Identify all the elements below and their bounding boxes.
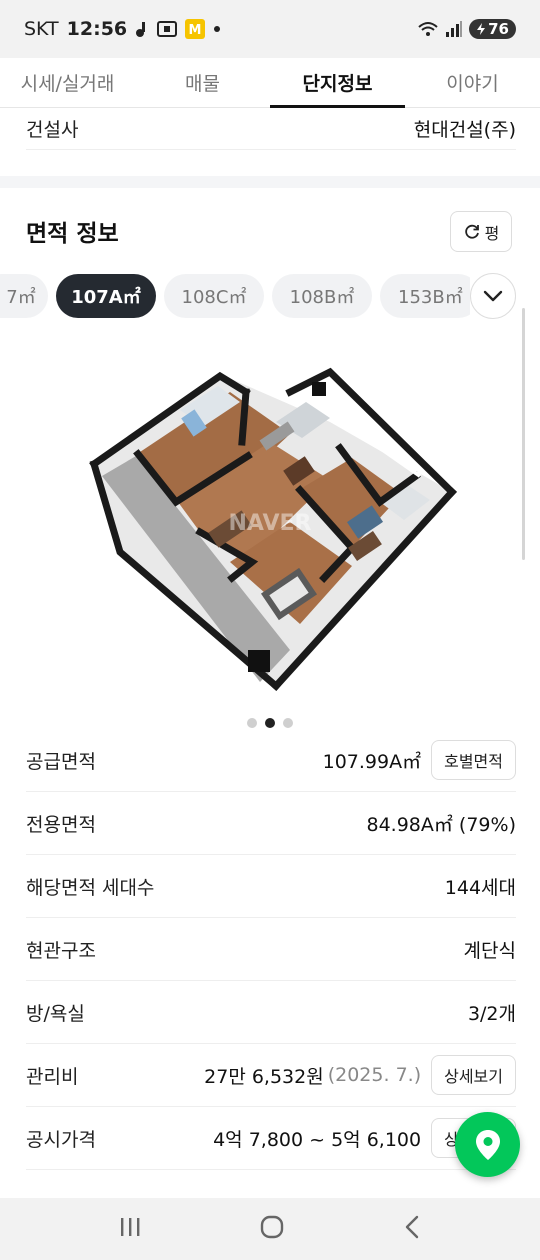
wifi-icon (417, 20, 439, 38)
battery-indicator: 76 (469, 19, 516, 39)
refresh-icon (464, 224, 479, 239)
maintenance-fee-row: 관리비 27만 6,532원 (2025. 7.) 상세보기 (26, 1044, 516, 1107)
row-label: 전용면적 (26, 813, 96, 836)
row-value: 84.98A㎡ (79%) (366, 813, 517, 836)
rooms-baths-row: 방/욕실 3/2개 (26, 981, 516, 1044)
row-label: 공시가격 (26, 1128, 96, 1151)
carrier-label: SKT (24, 18, 59, 40)
public-price-row: 공시가격 4억 7,800 ~ 5억 6,100 상세보기 (26, 1107, 516, 1170)
carousel-dot-active[interactable] (265, 718, 275, 728)
back-icon[interactable] (402, 1215, 422, 1243)
area-chip[interactable]: 7㎡ (0, 274, 48, 318)
screenshot-icon (157, 20, 178, 38)
chevron-down-icon (483, 290, 503, 302)
charging-bolt-icon (477, 23, 486, 35)
music-note-icon (135, 21, 149, 37)
floorplan-image[interactable]: NAVER (80, 352, 460, 692)
row-value: 계단식 (463, 939, 516, 962)
tab-price[interactable]: 시세/실거래 (0, 58, 135, 107)
signal-icon (445, 20, 463, 38)
area-chip[interactable]: 108B㎡ (272, 274, 372, 318)
carousel-dot[interactable] (247, 718, 257, 728)
area-section-title: 면적 정보 (26, 221, 119, 247)
area-chip-list: 7㎡ 107A㎡ 108C㎡ 108B㎡ 153B㎡ (0, 274, 470, 318)
row-label: 관리비 (26, 1065, 79, 1088)
tab-complex-info[interactable]: 단지정보 (270, 58, 405, 108)
svg-text:M: M (189, 23, 202, 38)
household-count-row: 해당면적 세대수 144세대 (26, 855, 516, 918)
status-bar: SKT 12:56 M 76 (0, 0, 540, 58)
row-value: 3/2개 (467, 1002, 516, 1025)
tab-bar: 시세/실거래 매물 단지정보 이야기 (0, 58, 540, 108)
area-chip[interactable]: 108C㎡ (164, 274, 264, 318)
row-value: 107.99A㎡ (322, 750, 422, 773)
row-label: 공급면적 (26, 750, 96, 773)
clock: 12:56 (66, 18, 128, 40)
tab-stories[interactable]: 이야기 (405, 58, 540, 107)
home-icon[interactable] (259, 1214, 285, 1244)
row-label: 해당면적 세대수 (26, 876, 155, 899)
location-pin-icon (475, 1129, 500, 1160)
row-date: (2025. 7.) (327, 1064, 422, 1086)
watermark-text: NAVER (229, 511, 312, 536)
scrollbar-thumb[interactable] (522, 308, 525, 560)
system-navigation-bar (0, 1198, 540, 1260)
builder-value: 현대건설(주) (413, 119, 516, 141)
row-value: 4억 7,800 ~ 5억 6,100 (213, 1128, 422, 1151)
row-value: 144세대 (444, 876, 516, 899)
builder-label: 건설사 (26, 119, 79, 141)
notification-badge-icon: M (185, 19, 206, 39)
area-info-list: 공급면적 107.99A㎡ 호별면적 전용면적 84.98A㎡ (79%) 해당… (26, 729, 516, 1170)
unit-area-button[interactable]: 호별면적 (431, 740, 516, 780)
row-value: 27만 6,532원 (204, 1065, 324, 1088)
row-label: 방/욕실 (26, 1002, 85, 1025)
section-divider (0, 176, 540, 188)
unit-toggle-label: 평 (484, 223, 500, 243)
more-dot-icon (213, 25, 221, 33)
supply-area-row: 공급면적 107.99A㎡ 호별면적 (26, 729, 516, 792)
unit-toggle-button[interactable]: 평 (450, 211, 512, 252)
carousel-indicator (0, 718, 540, 728)
recent-apps-icon[interactable] (118, 1216, 142, 1242)
tab-listings[interactable]: 매물 (135, 58, 270, 107)
battery-level: 76 (488, 20, 509, 38)
row-label: 현관구조 (26, 939, 96, 962)
builder-row: 건설사 현대건설(주) (26, 108, 516, 150)
entrance-type-row: 현관구조 계단식 (26, 918, 516, 981)
expand-chips-button[interactable] (470, 273, 516, 319)
area-chip-selected[interactable]: 107A㎡ (56, 274, 156, 318)
map-location-button[interactable] (455, 1112, 520, 1177)
carousel-dot[interactable] (283, 718, 293, 728)
fee-detail-button[interactable]: 상세보기 (431, 1055, 516, 1095)
area-chip[interactable]: 153B㎡ (380, 274, 470, 318)
exclusive-area-row: 전용면적 84.98A㎡ (79%) (26, 792, 516, 855)
